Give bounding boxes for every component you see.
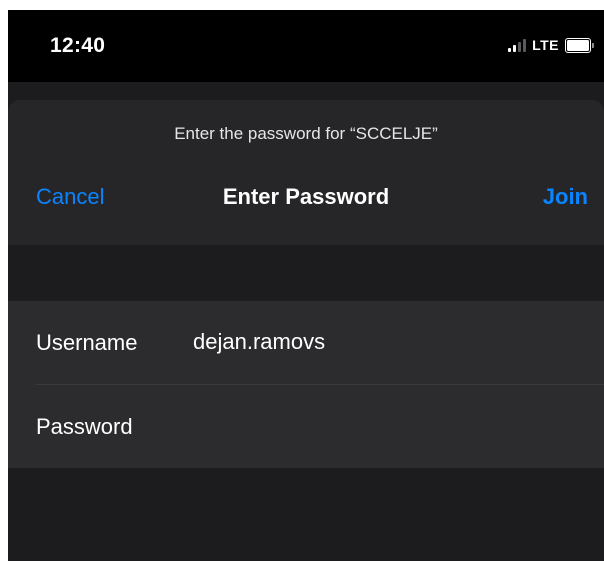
status-time: 12:40 [50, 34, 106, 57]
battery-icon [565, 37, 594, 53]
phone-screen: 12:40 LTE Enter the password for “SCCELJ… [8, 10, 604, 561]
username-field[interactable] [193, 323, 583, 361]
credentials-form: Username Password [8, 301, 604, 468]
cellular-signal-icon [508, 38, 527, 52]
password-sheet: Enter the password for “SCCELJE” Cancel … [8, 100, 604, 561]
password-prompt: Enter the password for “SCCELJE” [174, 124, 438, 143]
status-bar: 12:40 LTE [8, 10, 604, 82]
password-row[interactable]: Password [8, 385, 604, 468]
password-label: Password [36, 414, 133, 439]
username-row[interactable]: Username [8, 301, 604, 384]
join-button[interactable]: Join [543, 184, 588, 210]
navigation-bar: Enter the password for “SCCELJE” Cancel … [8, 100, 604, 245]
network-type: LTE [532, 37, 559, 53]
password-field[interactable] [193, 407, 583, 445]
status-indicators: LTE [508, 36, 594, 54]
username-label: Username [36, 330, 138, 355]
page-title: Enter Password [222, 184, 390, 209]
